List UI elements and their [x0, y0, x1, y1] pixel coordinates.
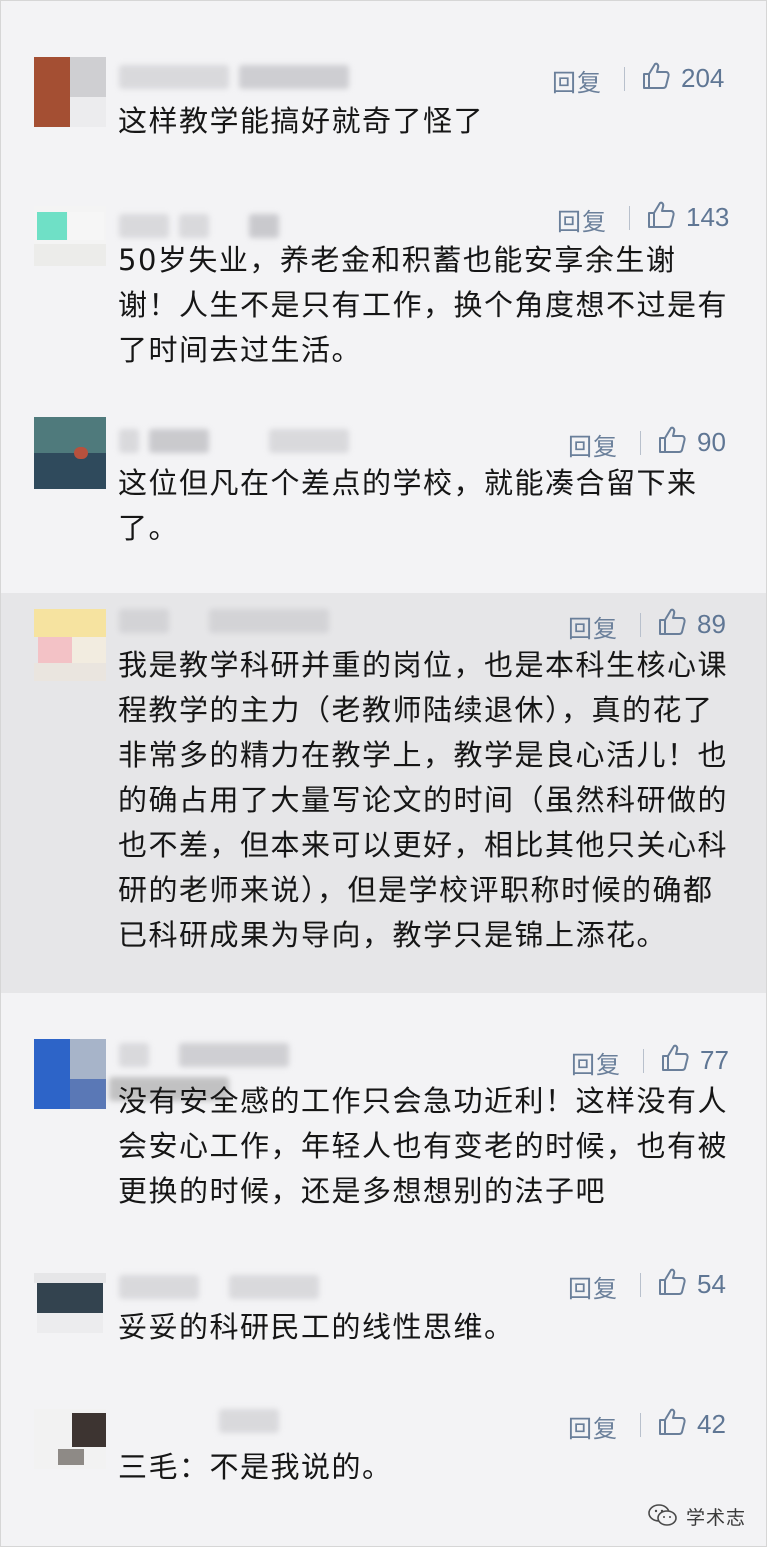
watermark-text: 学术志 [686, 1506, 747, 1529]
like-count: 143 [686, 202, 730, 232]
reply-button[interactable]: 回复 [571, 1045, 621, 1080]
comment-text: 这样教学能搞好就奇了怪了 [118, 104, 485, 138]
thumbs-up-icon[interactable] [646, 200, 676, 230]
watermark: 学术志 [648, 1498, 746, 1534]
avatar[interactable] [34, 609, 106, 681]
avatar[interactable] [34, 1409, 106, 1469]
comment-text: 妥妥的科研民工的线性思维。 [118, 1310, 515, 1344]
avatar[interactable] [34, 1039, 106, 1109]
username-blurred[interactable] [119, 59, 359, 93]
comment-feed: 回复 204 这样教学能搞好就奇了怪了 回复 143 50岁失业，养老金和积蓄也… [0, 0, 767, 1547]
username-blurred[interactable] [109, 1037, 359, 1101]
comment-item: 回复 89 我是教学科研并重的岗位，也是本科生核心课程教学的主力（老教师陆续退休… [1, 593, 766, 993]
comment-item: 回复 204 这样教学能搞好就奇了怪了 [1, 1, 766, 186]
thumbs-up-icon[interactable] [657, 607, 687, 637]
like-count: 204 [681, 63, 725, 93]
divider [643, 1049, 644, 1073]
divider [640, 431, 641, 455]
thumbs-up-icon[interactable] [660, 1043, 690, 1073]
username-blurred[interactable] [119, 423, 359, 457]
username-blurred[interactable] [119, 1403, 359, 1437]
like-count: 54 [697, 1269, 726, 1299]
comment-item: 回复 90 这位但凡在个差点的学校，就能凑合留下来了。 [1, 401, 766, 593]
comment-item: 回复 77 没有安全感的工作只会急功近利！这样没有人会安心工作，年轻人也有变老的… [1, 993, 766, 1255]
thumbs-up-icon[interactable] [657, 1267, 687, 1297]
username-blurred[interactable] [119, 1269, 359, 1303]
divider [624, 67, 625, 91]
avatar[interactable] [34, 206, 106, 266]
like-count: 42 [697, 1409, 726, 1439]
divider [640, 1273, 641, 1297]
reply-button[interactable]: 回复 [552, 63, 602, 98]
username-blurred[interactable] [119, 603, 359, 637]
divider [640, 613, 641, 637]
reply-button[interactable]: 回复 [568, 1409, 618, 1444]
comment-item: 回复 143 50岁失业，养老金和积蓄也能安享余生谢谢！人生不是只有工作，换个角… [1, 186, 766, 401]
like-count: 89 [697, 609, 726, 639]
comment-text: 50岁失业，养老金和积蓄也能安享余生谢谢！人生不是只有工作，换个角度想不过是有了… [118, 243, 729, 367]
avatar[interactable] [34, 1273, 106, 1348]
thumbs-up-icon[interactable] [657, 1407, 687, 1437]
wechat-icon [648, 1504, 677, 1526]
comment-text: 这位但凡在个差点的学校，就能凑合留下来了。 [118, 466, 698, 545]
avatar[interactable] [34, 417, 106, 489]
reply-button[interactable]: 回复 [557, 202, 607, 237]
divider [629, 206, 630, 230]
thumbs-up-icon[interactable] [657, 425, 687, 455]
like-count: 77 [700, 1045, 729, 1075]
comment-text: 三毛：不是我说的。 [118, 1450, 393, 1484]
comment-text: 没有安全感的工作只会急功近利！这样没有人会安心工作，年轻人也有变老的时候，也有被… [118, 1084, 729, 1208]
comment-text: 我是教学科研并重的岗位，也是本科生核心课程教学的主力（老教师陆续退休），真的花了… [118, 648, 729, 952]
comment-item: 回复 54 妥妥的科研民工的线性思维。 [1, 1255, 766, 1395]
divider [640, 1413, 641, 1437]
reply-button[interactable]: 回复 [568, 1269, 618, 1304]
thumbs-up-icon[interactable] [641, 61, 671, 91]
username-blurred[interactable] [119, 208, 359, 242]
like-count: 90 [697, 427, 726, 457]
avatar[interactable] [34, 57, 106, 127]
reply-button[interactable]: 回复 [568, 609, 618, 644]
reply-button[interactable]: 回复 [568, 427, 618, 462]
